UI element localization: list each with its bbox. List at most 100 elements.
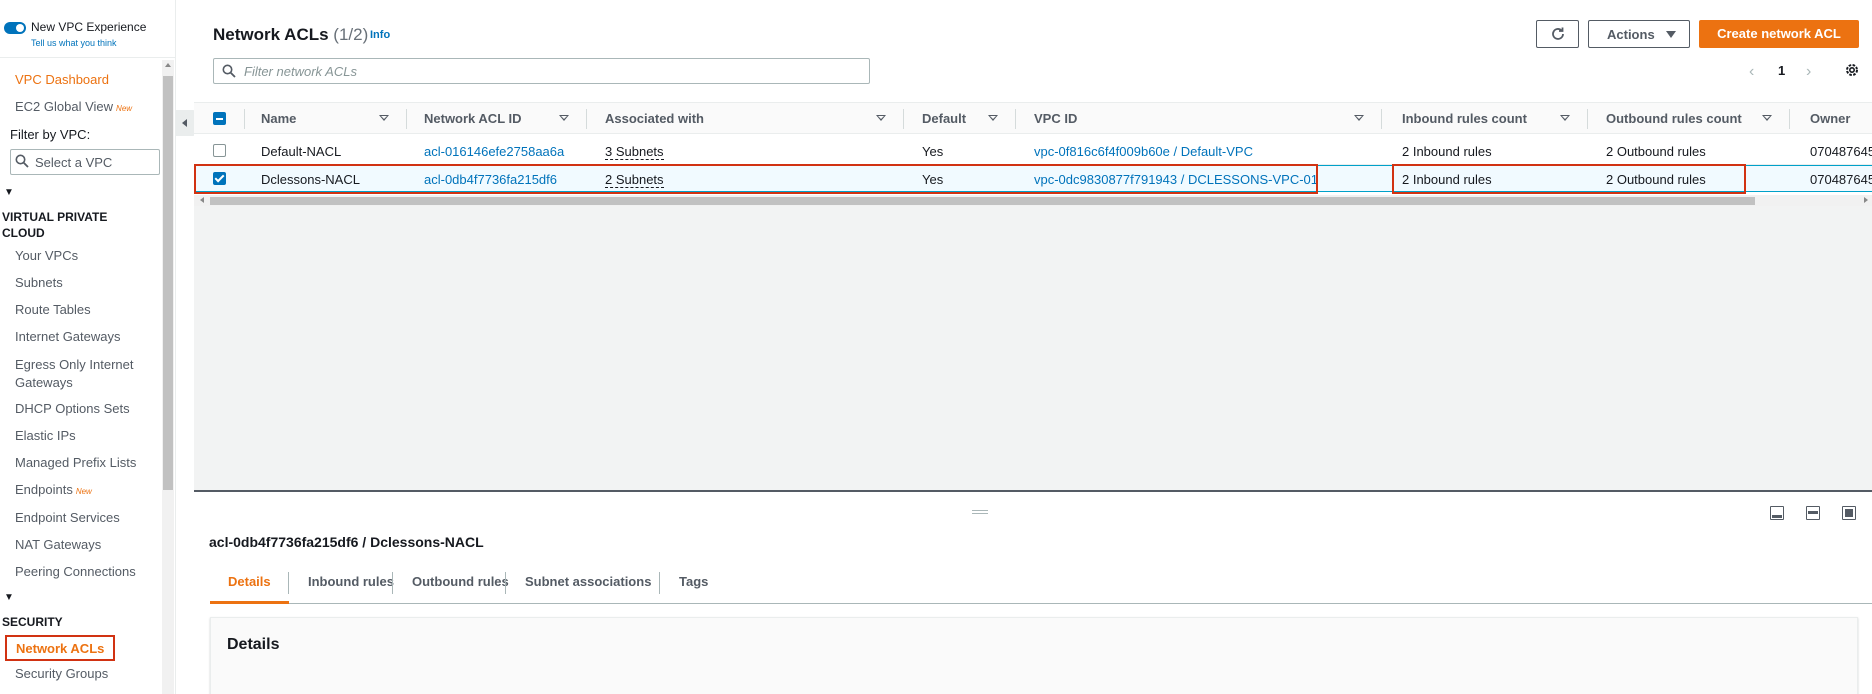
sidebar-item-peering-connections[interactable]: Peering Connections xyxy=(15,564,136,580)
scroll-right-icon[interactable] xyxy=(1864,197,1868,203)
sidebar-divider xyxy=(0,57,175,58)
table-horizontal-scrollbar[interactable] xyxy=(194,195,1872,206)
page-title-text: Network ACLs xyxy=(213,25,329,44)
sidebar-item-managed-prefix-lists[interactable]: Managed Prefix Lists xyxy=(15,455,136,471)
sort-icon[interactable] xyxy=(1762,115,1772,121)
cell-owner: 070487645 xyxy=(1810,144,1872,159)
panel-maximize-icon[interactable] xyxy=(1842,506,1856,520)
create-network-acl-button[interactable]: Create network ACL xyxy=(1699,20,1859,48)
refresh-icon xyxy=(1552,27,1564,40)
cell-network-acl-id[interactable]: acl-0db4f7736fa215df6 xyxy=(424,172,557,187)
column-header-outbound-rules-count[interactable]: Outbound rules count xyxy=(1606,111,1742,126)
actions-button[interactable]: Actions xyxy=(1588,20,1690,48)
sidebar-item-dhcp-options-sets[interactable]: DHCP Options Sets xyxy=(15,401,130,417)
sidebar-item-ec2-global-view[interactable]: EC2 Global View New xyxy=(15,99,132,117)
sidebar-item-security-groups[interactable]: Security Groups xyxy=(15,666,108,682)
drag-handle-icon[interactable] xyxy=(972,510,988,514)
table-header: Name Network ACL ID Associated with Defa… xyxy=(194,102,1872,134)
column-header-associated-with[interactable]: Associated with xyxy=(605,111,704,126)
next-page-icon[interactable]: › xyxy=(1806,63,1811,81)
sidebar-item-network-acls[interactable]: Network ACLs xyxy=(5,635,115,661)
tab-subnet-associations[interactable]: Subnet associations xyxy=(507,560,669,604)
sort-icon[interactable] xyxy=(379,115,389,121)
cell-vpc-id[interactable]: vpc-0dc9830877f791943 / DCLESSONS-VPC-01 xyxy=(1034,172,1318,187)
sidebar-item-route-tables[interactable]: Route Tables xyxy=(15,302,91,318)
column-header-default[interactable]: Default xyxy=(922,111,966,126)
column-header-inbound-rules-count[interactable]: Inbound rules count xyxy=(1402,111,1527,126)
sort-icon[interactable] xyxy=(876,115,886,121)
cell-vpc-id[interactable]: vpc-0f816c6f4f009b60e / Default-VPC xyxy=(1034,144,1253,159)
sort-icon[interactable] xyxy=(1560,115,1570,121)
row-checkbox[interactable] xyxy=(213,144,226,157)
sidebar-item-subnets[interactable]: Subnets xyxy=(15,275,63,291)
filter-input[interactable]: Filter network ACLs xyxy=(213,58,870,84)
sidebar-item-endpoint-services[interactable]: Endpoint Services xyxy=(15,510,120,526)
sidebar-item-nat-gateways[interactable]: NAT Gateways xyxy=(15,537,101,553)
tab-tags[interactable]: Tags xyxy=(661,560,726,604)
search-icon xyxy=(15,154,29,168)
cell-associated-with[interactable]: 2 Subnets xyxy=(605,172,664,188)
column-divider xyxy=(586,109,587,129)
gear-icon[interactable] xyxy=(1844,62,1860,78)
column-divider xyxy=(244,109,245,129)
collapse-sidebar-button[interactable] xyxy=(176,110,196,136)
sidebar-item-elastic-ips[interactable]: Elastic IPs xyxy=(15,428,76,444)
column-divider xyxy=(1789,109,1790,129)
cell-inbound-rules: 2 Inbound rules xyxy=(1402,172,1492,187)
main-content: Network ACLs (1/2) Info Actions Create n… xyxy=(194,0,1872,694)
sidebar-item-your-vpcs[interactable]: Your VPCs xyxy=(15,248,78,264)
tab-divider xyxy=(392,572,393,594)
tab-details[interactable]: Details xyxy=(210,560,289,604)
sidebar-item-label: EC2 Global View xyxy=(15,99,114,114)
sidebar-item-internet-gateways[interactable]: Internet Gateways xyxy=(15,329,121,345)
table-row-selected[interactable]: Dclessons-NACL acl-0db4f7736fa215df6 2 S… xyxy=(194,165,1872,192)
cell-associated-with[interactable]: 3 Subnets xyxy=(605,144,664,160)
column-divider xyxy=(903,109,904,129)
cell-outbound-rules: 2 Outbound rules xyxy=(1606,172,1706,187)
sidebar-scroll-thumb[interactable] xyxy=(163,76,173,490)
scroll-up-icon[interactable] xyxy=(165,63,171,67)
toggle-label: New VPC Experience xyxy=(31,20,147,34)
new-badge: New xyxy=(75,487,92,496)
sidebar-item-vpc-dashboard[interactable]: VPC Dashboard xyxy=(15,72,109,88)
caret-down-icon[interactable]: ▼ xyxy=(4,187,14,198)
details-container: Details xyxy=(210,617,1858,694)
toggle-switch[interactable] xyxy=(4,22,26,34)
vpc-select[interactable]: Select a VPC xyxy=(10,149,160,175)
sort-icon[interactable] xyxy=(988,115,998,121)
column-header-vpc-id[interactable]: VPC ID xyxy=(1034,111,1077,126)
info-link[interactable]: Info xyxy=(370,29,390,41)
panel-side-icon[interactable] xyxy=(1806,506,1820,520)
sidebar-item-egress-only-internet-gateways[interactable]: Egress Only Internet Gateways xyxy=(15,356,140,392)
tab-divider xyxy=(288,572,289,594)
horizontal-scroll-thumb[interactable] xyxy=(210,197,1755,205)
feedback-link[interactable]: Tell us what you think xyxy=(31,38,117,48)
row-checkbox[interactable] xyxy=(213,172,226,185)
column-header-name[interactable]: Name xyxy=(261,111,296,126)
sort-icon[interactable] xyxy=(559,115,569,121)
column-header-network-acl-id[interactable]: Network ACL ID xyxy=(424,111,522,126)
sort-icon[interactable] xyxy=(1354,115,1364,121)
filter-placeholder: Filter network ACLs xyxy=(244,64,357,79)
cell-inbound-rules: 2 Inbound rules xyxy=(1402,144,1492,159)
actions-label: Actions xyxy=(1607,27,1655,42)
sidebar-item-endpoints[interactable]: Endpoints New xyxy=(15,482,92,500)
table-row[interactable]: Default-NACL acl-016146efe2758aa6a 3 Sub… xyxy=(194,138,1872,165)
section-security: SECURITY xyxy=(2,615,63,629)
page-number[interactable]: 1 xyxy=(1778,63,1785,78)
cell-name: Dclessons-NACL xyxy=(261,172,360,187)
panel-bottom-icon[interactable] xyxy=(1770,506,1784,520)
column-divider xyxy=(1381,109,1382,129)
select-all-checkbox[interactable] xyxy=(213,112,226,125)
refresh-button[interactable] xyxy=(1536,20,1579,48)
cell-network-acl-id[interactable]: acl-016146efe2758aa6a xyxy=(424,144,564,159)
tab-divider xyxy=(505,572,506,594)
column-header-owner[interactable]: Owner xyxy=(1810,111,1850,126)
caret-down-icon[interactable]: ▼ xyxy=(4,592,14,603)
prev-page-icon[interactable]: ‹ xyxy=(1749,63,1754,81)
scroll-left-icon[interactable] xyxy=(200,197,204,203)
table-empty-area xyxy=(194,206,1872,490)
caret-down-icon xyxy=(1666,31,1676,38)
assoc-text: 3 Subnets xyxy=(605,144,664,160)
assoc-text: 2 Subnets xyxy=(605,172,664,188)
